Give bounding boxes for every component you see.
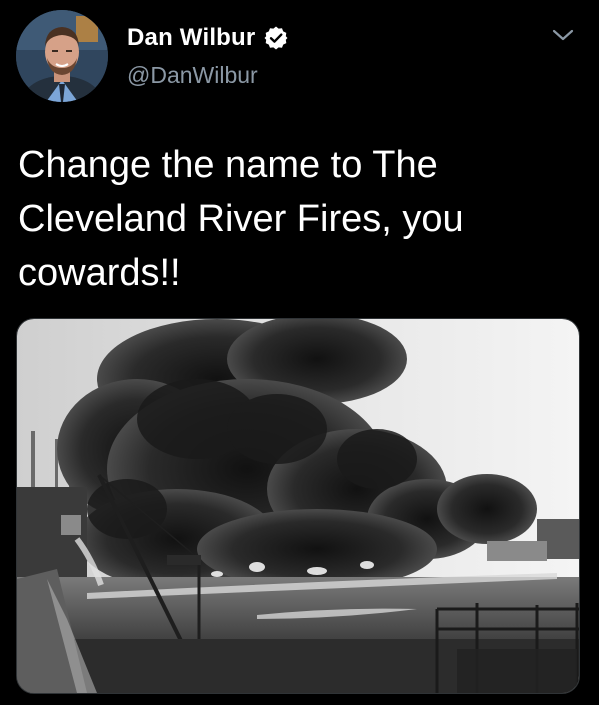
verified-badge-icon	[263, 25, 289, 51]
tweet-photo[interactable]	[16, 318, 580, 694]
author-name-row[interactable]: Dan Wilbur	[127, 24, 289, 52]
display-name[interactable]: Dan Wilbur	[127, 24, 255, 52]
avatar[interactable]	[16, 10, 108, 102]
chevron-down-icon[interactable]	[551, 26, 575, 44]
tweet-card: Dan Wilbur @DanWilbur Change the name to…	[0, 0, 599, 705]
avatar-image	[16, 10, 108, 102]
handle[interactable]: @DanWilbur	[127, 62, 258, 89]
tweet-text: Change the name to The Cleveland River F…	[18, 144, 464, 294]
river-fire-photo	[17, 319, 579, 693]
